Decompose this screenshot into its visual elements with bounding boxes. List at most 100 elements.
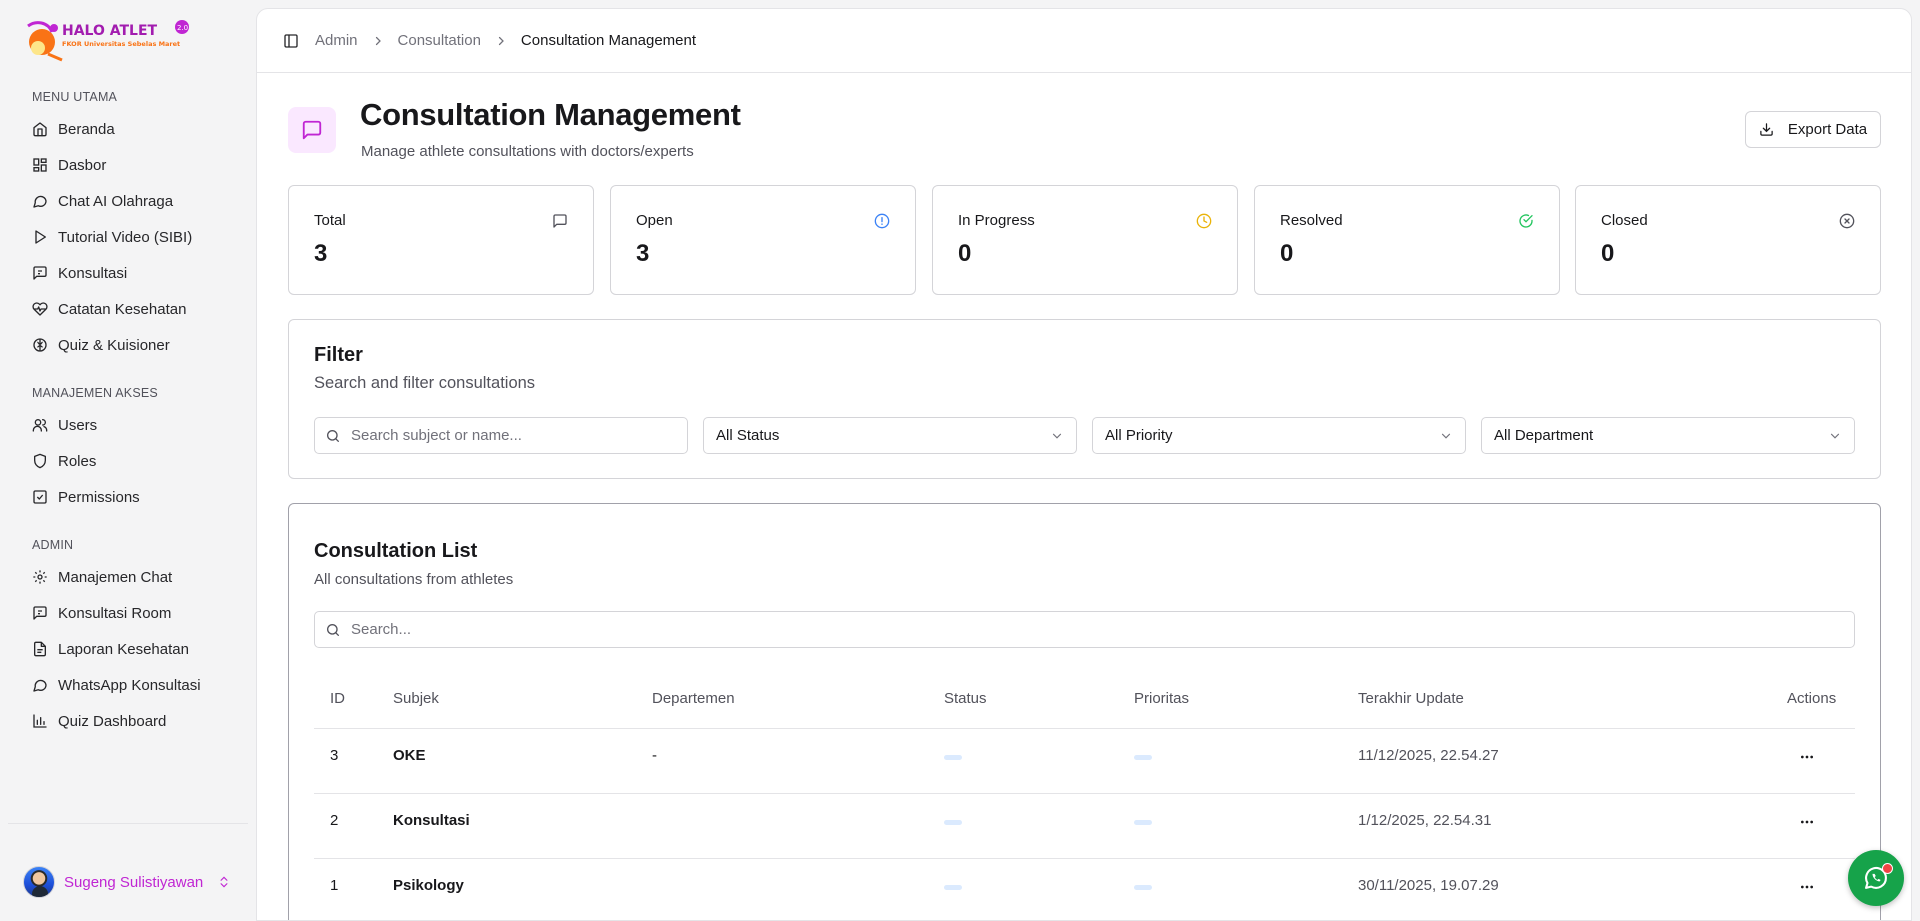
row-divider [314, 793, 1855, 794]
sidebar-item-laporan-kesehatan[interactable]: Laporan Kesehatan [32, 635, 189, 663]
sidebar-item-dasbor[interactable]: Dasbor [32, 151, 106, 179]
sidebar-item-quiz-dashboard[interactable]: Quiz Dashboard [32, 707, 166, 735]
more-horizontal-icon[interactable] [1799, 749, 1815, 765]
sidebar-item-label: Konsultasi Room [58, 604, 172, 622]
cell-subject: Konsultasi [393, 812, 470, 829]
whatsapp-floating-button[interactable] [1848, 850, 1904, 906]
more-horizontal-icon[interactable] [1799, 814, 1815, 830]
sidebar-toggle-icon[interactable] [283, 33, 299, 49]
chevron-right-icon [495, 35, 507, 47]
department-select[interactable]: All Department [1481, 417, 1855, 454]
stat-card-in-progress: In Progress 0 [932, 185, 1238, 295]
breadcrumb-admin[interactable]: Admin [315, 32, 358, 49]
main-panel: Admin Consultation Consultation Manageme… [256, 8, 1912, 921]
sidebar-item-label: Catatan Kesehatan [58, 300, 187, 318]
user-name: Sugeng Sulistiyawan [64, 873, 204, 891]
section-title-admin: ADMIN [32, 538, 74, 552]
sidebar-item-label: Quiz Dashboard [58, 712, 167, 730]
table-search-input[interactable] [351, 621, 1854, 638]
column-header-departemen[interactable]: Departemen [652, 690, 735, 707]
sidebar-item-manajemen-chat[interactable]: Manajemen Chat [32, 563, 172, 591]
filter-card: Filter Search and filter consultations A… [288, 319, 1881, 479]
message-square-icon [553, 214, 567, 228]
topbar: Admin Consultation Consultation Manageme… [257, 9, 1911, 73]
avatar [23, 866, 55, 898]
stat-card-open: Open 3 [610, 185, 916, 295]
cell-id: 2 [330, 812, 339, 829]
more-horizontal-icon[interactable] [1799, 879, 1815, 895]
section-title-manajemen-akses: MANAJEMEN AKSES [32, 386, 158, 400]
sidebar-item-beranda[interactable]: Beranda [32, 115, 115, 143]
stat-card-resolved: Resolved 0 [1254, 185, 1560, 295]
chevron-right-icon [372, 35, 384, 47]
sidebar-item-tutorial-video[interactable]: Tutorial Video (SIBI) [32, 223, 192, 251]
user-menu[interactable]: Sugeng Sulistiyawan [23, 866, 231, 898]
sidebar-item-roles[interactable]: Roles [32, 447, 96, 475]
message-square-icon [32, 265, 48, 281]
sidebar-item-label: Manajemen Chat [58, 568, 173, 586]
consultation-list-card: Consultation List All consultations from… [288, 503, 1881, 920]
search-icon [327, 623, 339, 636]
column-header-prioritas[interactable]: Prioritas [1134, 690, 1189, 707]
filter-subtitle: Search and filter consultations [314, 374, 536, 392]
status-badge [944, 885, 962, 890]
status-badge [944, 755, 962, 760]
column-header-actions: Actions [1787, 690, 1837, 707]
priority-badge [1134, 885, 1152, 890]
row-divider [314, 858, 1855, 859]
sidebar-item-whatsapp-konsultasi[interactable]: WhatsApp Konsultasi [32, 671, 201, 699]
stat-value: 0 [958, 240, 972, 267]
sidebar-item-konsultasi-room[interactable]: Konsultasi Room [32, 599, 171, 627]
clock-icon [1196, 213, 1212, 229]
sidebar-item-users[interactable]: Users [32, 411, 97, 439]
sidebar-item-label: Beranda [58, 120, 115, 138]
breadcrumb-consultation[interactable]: Consultation [398, 32, 481, 49]
stat-card-total: Total 3 [288, 185, 594, 295]
filter-search-field[interactable] [314, 417, 688, 454]
priority-badge [1134, 755, 1152, 760]
sidebar-item-quiz-kuisioner[interactable]: Quiz & Kuisioner [32, 331, 170, 359]
page-title: Consultation Management [360, 97, 741, 132]
play-icon [32, 229, 48, 245]
sidebar-item-permissions[interactable]: Permissions [32, 483, 140, 511]
stat-label: In Progress [958, 212, 1035, 229]
column-header-status[interactable]: Status [944, 690, 987, 707]
sidebar-item-label: Dasbor [58, 156, 107, 174]
filter-search-input[interactable] [351, 427, 687, 444]
stat-label: Closed [1601, 212, 1648, 229]
column-header-subjek[interactable]: Subjek [393, 690, 439, 707]
cell-updated: 11/12/2025, 22.54.27 [1358, 747, 1499, 764]
download-icon [1760, 123, 1773, 136]
sidebar-item-catatan-kesehatan[interactable]: Catatan Kesehatan [32, 295, 186, 323]
logo-version: 2.0 [177, 24, 188, 32]
logo-image: HALO ATLET 2.0 FKOR Universitas Sebelas … [27, 20, 189, 62]
x-circle-icon [1839, 213, 1855, 229]
message-square-icon [302, 120, 322, 140]
chevrons-up-down-icon [220, 876, 228, 888]
column-header-id[interactable]: ID [330, 690, 345, 707]
app-logo[interactable]: HALO ATLET 2.0 FKOR Universitas Sebelas … [22, 18, 197, 62]
table-search-field[interactable] [314, 611, 1855, 648]
sidebar-item-label: Users [58, 416, 98, 434]
sidebar-item-chat-ai-olahraga[interactable]: Chat AI Olahraga [32, 187, 173, 215]
permission-check-icon [32, 489, 48, 505]
sidebar-item-konsultasi[interactable]: Konsultasi [32, 259, 127, 287]
stat-label: Resolved [1280, 212, 1343, 229]
stat-label: Open [636, 212, 673, 229]
status-select-value: All Status [716, 427, 780, 444]
users-icon [32, 417, 48, 433]
section-title-menu-utama: MENU UTAMA [32, 90, 118, 104]
stat-label: Total [314, 212, 346, 229]
cell-subject: OKE [393, 747, 426, 764]
export-data-button[interactable]: Export Data [1745, 111, 1881, 148]
notification-dot [1882, 863, 1893, 874]
priority-select[interactable]: All Priority [1092, 417, 1466, 454]
column-header-terakhir-update[interactable]: Terakhir Update [1358, 690, 1464, 707]
dashboard-grid-icon [32, 157, 48, 173]
department-select-value: All Department [1494, 427, 1594, 444]
sidebar-item-label: Chat AI Olahraga [58, 192, 174, 210]
breadcrumb: Admin Consultation Consultation Manageme… [315, 32, 696, 49]
status-select[interactable]: All Status [703, 417, 1077, 454]
table-header-divider [314, 728, 1855, 729]
list-title: Consultation List [314, 540, 478, 562]
